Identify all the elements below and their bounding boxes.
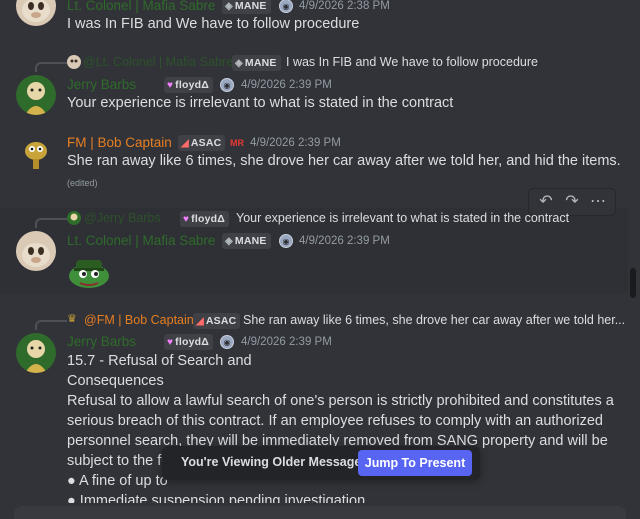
server-tag-label: floydΔ — [175, 336, 209, 348]
reply-avatar[interactable] — [67, 55, 81, 69]
scrollbar-thumb[interactable] — [630, 268, 636, 298]
author-name[interactable]: Jerry Barbs — [67, 334, 136, 349]
server-tag[interactable]: ♥ floydΔ — [164, 77, 213, 93]
more-options-icon[interactable]: ⋯ — [586, 190, 610, 214]
diamond-icon: ◈ — [235, 57, 243, 69]
server-tag-label: MANE — [244, 57, 277, 69]
diamond-icon: ◈ — [225, 235, 233, 247]
diamond-icon: ◈ — [225, 0, 233, 12]
chat-message-list[interactable]: Lt. Colonel | Mafia Sabre ◈ MANE ◉ 4/9/20… — [0, 0, 640, 519]
reply-server-tag[interactable]: ◈ MANE — [232, 55, 281, 71]
author-name[interactable]: Jerry Barbs — [67, 77, 136, 92]
server-tag-label: ASAC — [190, 137, 222, 149]
message-line: subject to the fo — [67, 453, 170, 469]
author-name[interactable]: Lt. Colonel | Mafia Sabre — [67, 233, 215, 248]
reply-preview[interactable]: I was In FIB and We have to follow proce… — [286, 55, 538, 69]
jump-to-present-button[interactable]: Jump To Present — [358, 450, 472, 476]
timestamp: 4/9/2026 2:38 PM — [299, 0, 390, 12]
message-text: I was In FIB and We have to follow proce… — [67, 16, 360, 32]
server-tag[interactable]: ♥ floydΔ — [164, 334, 213, 350]
server-tag[interactable]: ◈ MANE — [222, 233, 271, 249]
reply-preview[interactable]: She ran away like 6 times, she drove her… — [243, 313, 625, 327]
flag-icon: ◢ — [181, 137, 189, 149]
server-tag[interactable]: ◢ ASAC — [178, 135, 226, 151]
message-input[interactable] — [14, 506, 626, 519]
message-line: Consequences — [67, 373, 164, 389]
server-tag-label: floydΔ — [191, 213, 225, 225]
reply-connector — [35, 320, 67, 330]
role-icon: ◉ — [220, 335, 234, 349]
server-tag-label: MANE — [234, 0, 267, 12]
avatar-mafia-sabre[interactable] — [16, 0, 56, 26]
role-icon: ◉ — [279, 0, 293, 13]
timestamp: 4/9/2026 2:39 PM — [299, 235, 390, 247]
heart-icon: ♥ — [183, 213, 190, 225]
reply-author[interactable]: @Jerry Barbs — [84, 211, 161, 225]
avatar-jerry-barbs[interactable] — [16, 75, 56, 115]
server-tag-label: ASAC — [205, 315, 237, 327]
message-text: Your experience is irrelevant to what is… — [67, 95, 454, 111]
edited-label: (edited) — [67, 178, 98, 188]
reply-connector — [35, 62, 67, 72]
message-text: She ran away like 6 times, she drove her… — [67, 153, 621, 169]
message-line: serious breach of this contract. If an e… — [67, 413, 603, 429]
older-messages-banner: You're Viewing Older Messages Jump To Pr… — [162, 446, 480, 480]
message-line: Refusal to allow a lawful search of one'… — [67, 393, 614, 409]
avatar-jerry-barbs[interactable] — [16, 333, 56, 373]
server-tag-label: MANE — [234, 235, 267, 247]
message-line: ● A fine of up to — [67, 473, 168, 489]
server-tag[interactable]: ◈ MANE — [222, 0, 271, 14]
role-icon: ◉ — [220, 78, 234, 92]
flag-icon: ◢ — [196, 315, 204, 327]
timestamp: 4/9/2026 2:39 PM — [250, 137, 341, 149]
reply-server-tag[interactable]: ♥ floydΔ — [180, 211, 229, 227]
reply-server-tag[interactable]: ◢ ASAC — [193, 313, 241, 329]
pepe-sticker[interactable] — [66, 254, 112, 290]
older-messages-label: You're Viewing Older Messages — [181, 455, 369, 469]
timestamp: 4/9/2026 2:39 PM — [241, 79, 332, 91]
avatar-mafia-sabre[interactable] — [16, 231, 56, 271]
author-name[interactable]: FM | Bob Captain — [67, 135, 172, 150]
avatar-bob-captain[interactable] — [16, 133, 56, 173]
reply-preview[interactable]: Your experience is irrelevant to what is… — [236, 211, 569, 225]
message-line: 15.7 - Refusal of Search and — [67, 353, 252, 369]
author-name[interactable]: Lt. Colonel | Mafia Sabre — [67, 0, 215, 13]
role-icon: ◉ — [279, 234, 293, 248]
heart-icon: ♥ — [167, 336, 174, 348]
reply-avatar[interactable] — [67, 211, 81, 225]
heart-icon: ♥ — [167, 79, 174, 91]
reply-connector — [35, 218, 67, 228]
reply-author[interactable]: @FM | Bob Captain — [84, 313, 194, 327]
trophy-icon: ♛ — [67, 313, 77, 325]
role-badge: MR — [230, 138, 244, 148]
timestamp: 4/9/2026 2:39 PM — [241, 336, 332, 348]
reply-author[interactable]: @Lt. Colonel | Mafia Sabre — [83, 55, 233, 69]
server-tag-label: floydΔ — [175, 79, 209, 91]
